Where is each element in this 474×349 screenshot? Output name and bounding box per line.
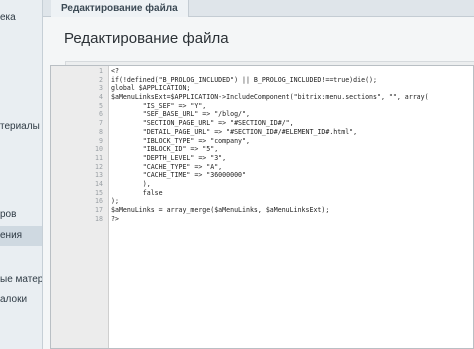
code-text[interactable]: "DEPTH_LEVEL" => "3", <box>111 154 226 163</box>
sidebar-item[interactable]: алоки <box>0 290 42 310</box>
line-number: 1 <box>99 67 103 75</box>
code-line[interactable]: 14 ), <box>51 179 473 189</box>
line-number: 5 <box>99 101 103 110</box>
code-text[interactable]: false <box>111 189 163 198</box>
line-number: 17 <box>95 206 103 214</box>
sidebar: ека териалы ров ения ые матери алоки <box>0 0 43 349</box>
sidebar-item[interactable]: териалы <box>0 117 42 137</box>
code-line[interactable]: 10 "IBLOCK_ID" => "5", <box>51 145 473 154</box>
code-text[interactable]: $aMenuLinksExt=$APPLICATION->IncludeComp… <box>111 93 429 102</box>
line-number: 13 <box>95 171 103 180</box>
code-line[interactable]: 17 $aMenuLinks = array_merge($aMenuLinks,… <box>51 206 473 215</box>
code-text[interactable]: "IBLOCK_ID" => "5", <box>111 145 218 154</box>
code-text[interactable]: "CACHE_TYPE" => "A", <box>111 163 222 172</box>
code-text[interactable]: $aMenuLinks = array_merge($aMenuLinks, $… <box>111 206 329 215</box>
breadcrumb-bar: Редактирование файла <box>43 0 474 17</box>
code-line[interactable]: 7 "SECTION_PAGE_URL" => "#SECTION_ID#/", <box>51 119 473 128</box>
line-number: 4 <box>99 93 103 102</box>
code-text[interactable]: "SEF_BASE_URL" => "/blog/", <box>111 110 250 119</box>
line-number: 3 <box>99 84 103 93</box>
breadcrumb-tab[interactable]: Редактирование файла <box>51 0 189 17</box>
page-title: Редактирование файла <box>64 30 229 47</box>
line-number: 18 <box>95 214 103 223</box>
line-number: 8 <box>99 127 103 136</box>
code-lines: 1 <? 2 if(!defined("B_PROLOG_INCLUDED") || … <box>51 67 473 224</box>
code-line[interactable]: 18 ?> <box>51 214 473 224</box>
code-line[interactable]: 9 "IBLOCK_TYPE" => "company", <box>51 136 473 146</box>
code-text[interactable]: "IS_SEF" => "Y", <box>111 102 207 111</box>
code-text[interactable]: "CACHE_TIME" => "36000000" <box>111 171 246 180</box>
code-line[interactable]: 11 "DEPTH_LEVEL" => "3", <box>51 153 473 163</box>
line-number: 14 <box>95 179 103 188</box>
code-text[interactable]: ); <box>111 197 119 206</box>
code-text[interactable]: <? <box>111 67 119 76</box>
code-text[interactable]: "SECTION_PAGE_URL" => "#SECTION_ID#/", <box>111 119 294 128</box>
line-number: 10 <box>95 145 103 154</box>
code-line[interactable]: 8 "DETAIL_PAGE_URL" => "#SECTION_ID#/#EL… <box>51 127 473 137</box>
line-number: 6 <box>99 110 103 119</box>
code-line[interactable]: 16); <box>51 197 473 206</box>
code-text[interactable]: global $APPLICATION; <box>111 84 190 93</box>
code-editor[interactable]: 1 <? 2 if(!defined("B_PROLOG_INCLUDED") || … <box>50 65 474 349</box>
sidebar-item[interactable]: ые матери <box>0 270 42 290</box>
line-number: 15 <box>95 188 103 197</box>
code-line[interactable]: 5 "IS_SEF" => "Y", <box>51 101 473 111</box>
code-line[interactable]: 2 if(!defined("B_PROLOG_INCLUDED") || B_P… <box>51 75 473 85</box>
code-line[interactable]: 12 "CACHE_TYPE" => "A", <box>51 162 473 172</box>
code-line[interactable]: 6 "SEF_BASE_URL" => "/blog/", <box>51 110 473 119</box>
sidebar-item[interactable]: ека <box>0 8 42 28</box>
line-number: 12 <box>95 162 103 171</box>
line-number: 11 <box>95 153 103 162</box>
sidebar-item[interactable]: ров <box>0 205 42 225</box>
code-text[interactable]: ?> <box>111 215 119 224</box>
code-line[interactable]: 15 false <box>51 188 473 198</box>
sidebar-item-active[interactable]: ения <box>0 226 42 246</box>
code-line[interactable]: 1 <? <box>51 67 473 76</box>
code-text[interactable]: if(!defined("B_PROLOG_INCLUDED") || B_PR… <box>111 76 377 85</box>
line-number: 16 <box>95 197 103 206</box>
code-line[interactable]: 13 "CACHE_TIME" => "36000000" <box>51 171 473 180</box>
code-text[interactable]: ), <box>111 180 151 189</box>
line-number: 2 <box>99 75 103 84</box>
line-number: 9 <box>99 136 103 145</box>
code-text[interactable]: "DETAIL_PAGE_URL" => "#SECTION_ID#/#ELEM… <box>111 128 357 137</box>
code-text[interactable]: "IBLOCK_TYPE" => "company", <box>111 137 250 146</box>
line-number: 7 <box>99 119 103 128</box>
code-line[interactable]: 3 global $APPLICATION; <box>51 84 473 93</box>
code-line[interactable]: 4 $aMenuLinksExt=$APPLICATION->IncludeCom… <box>51 93 473 102</box>
